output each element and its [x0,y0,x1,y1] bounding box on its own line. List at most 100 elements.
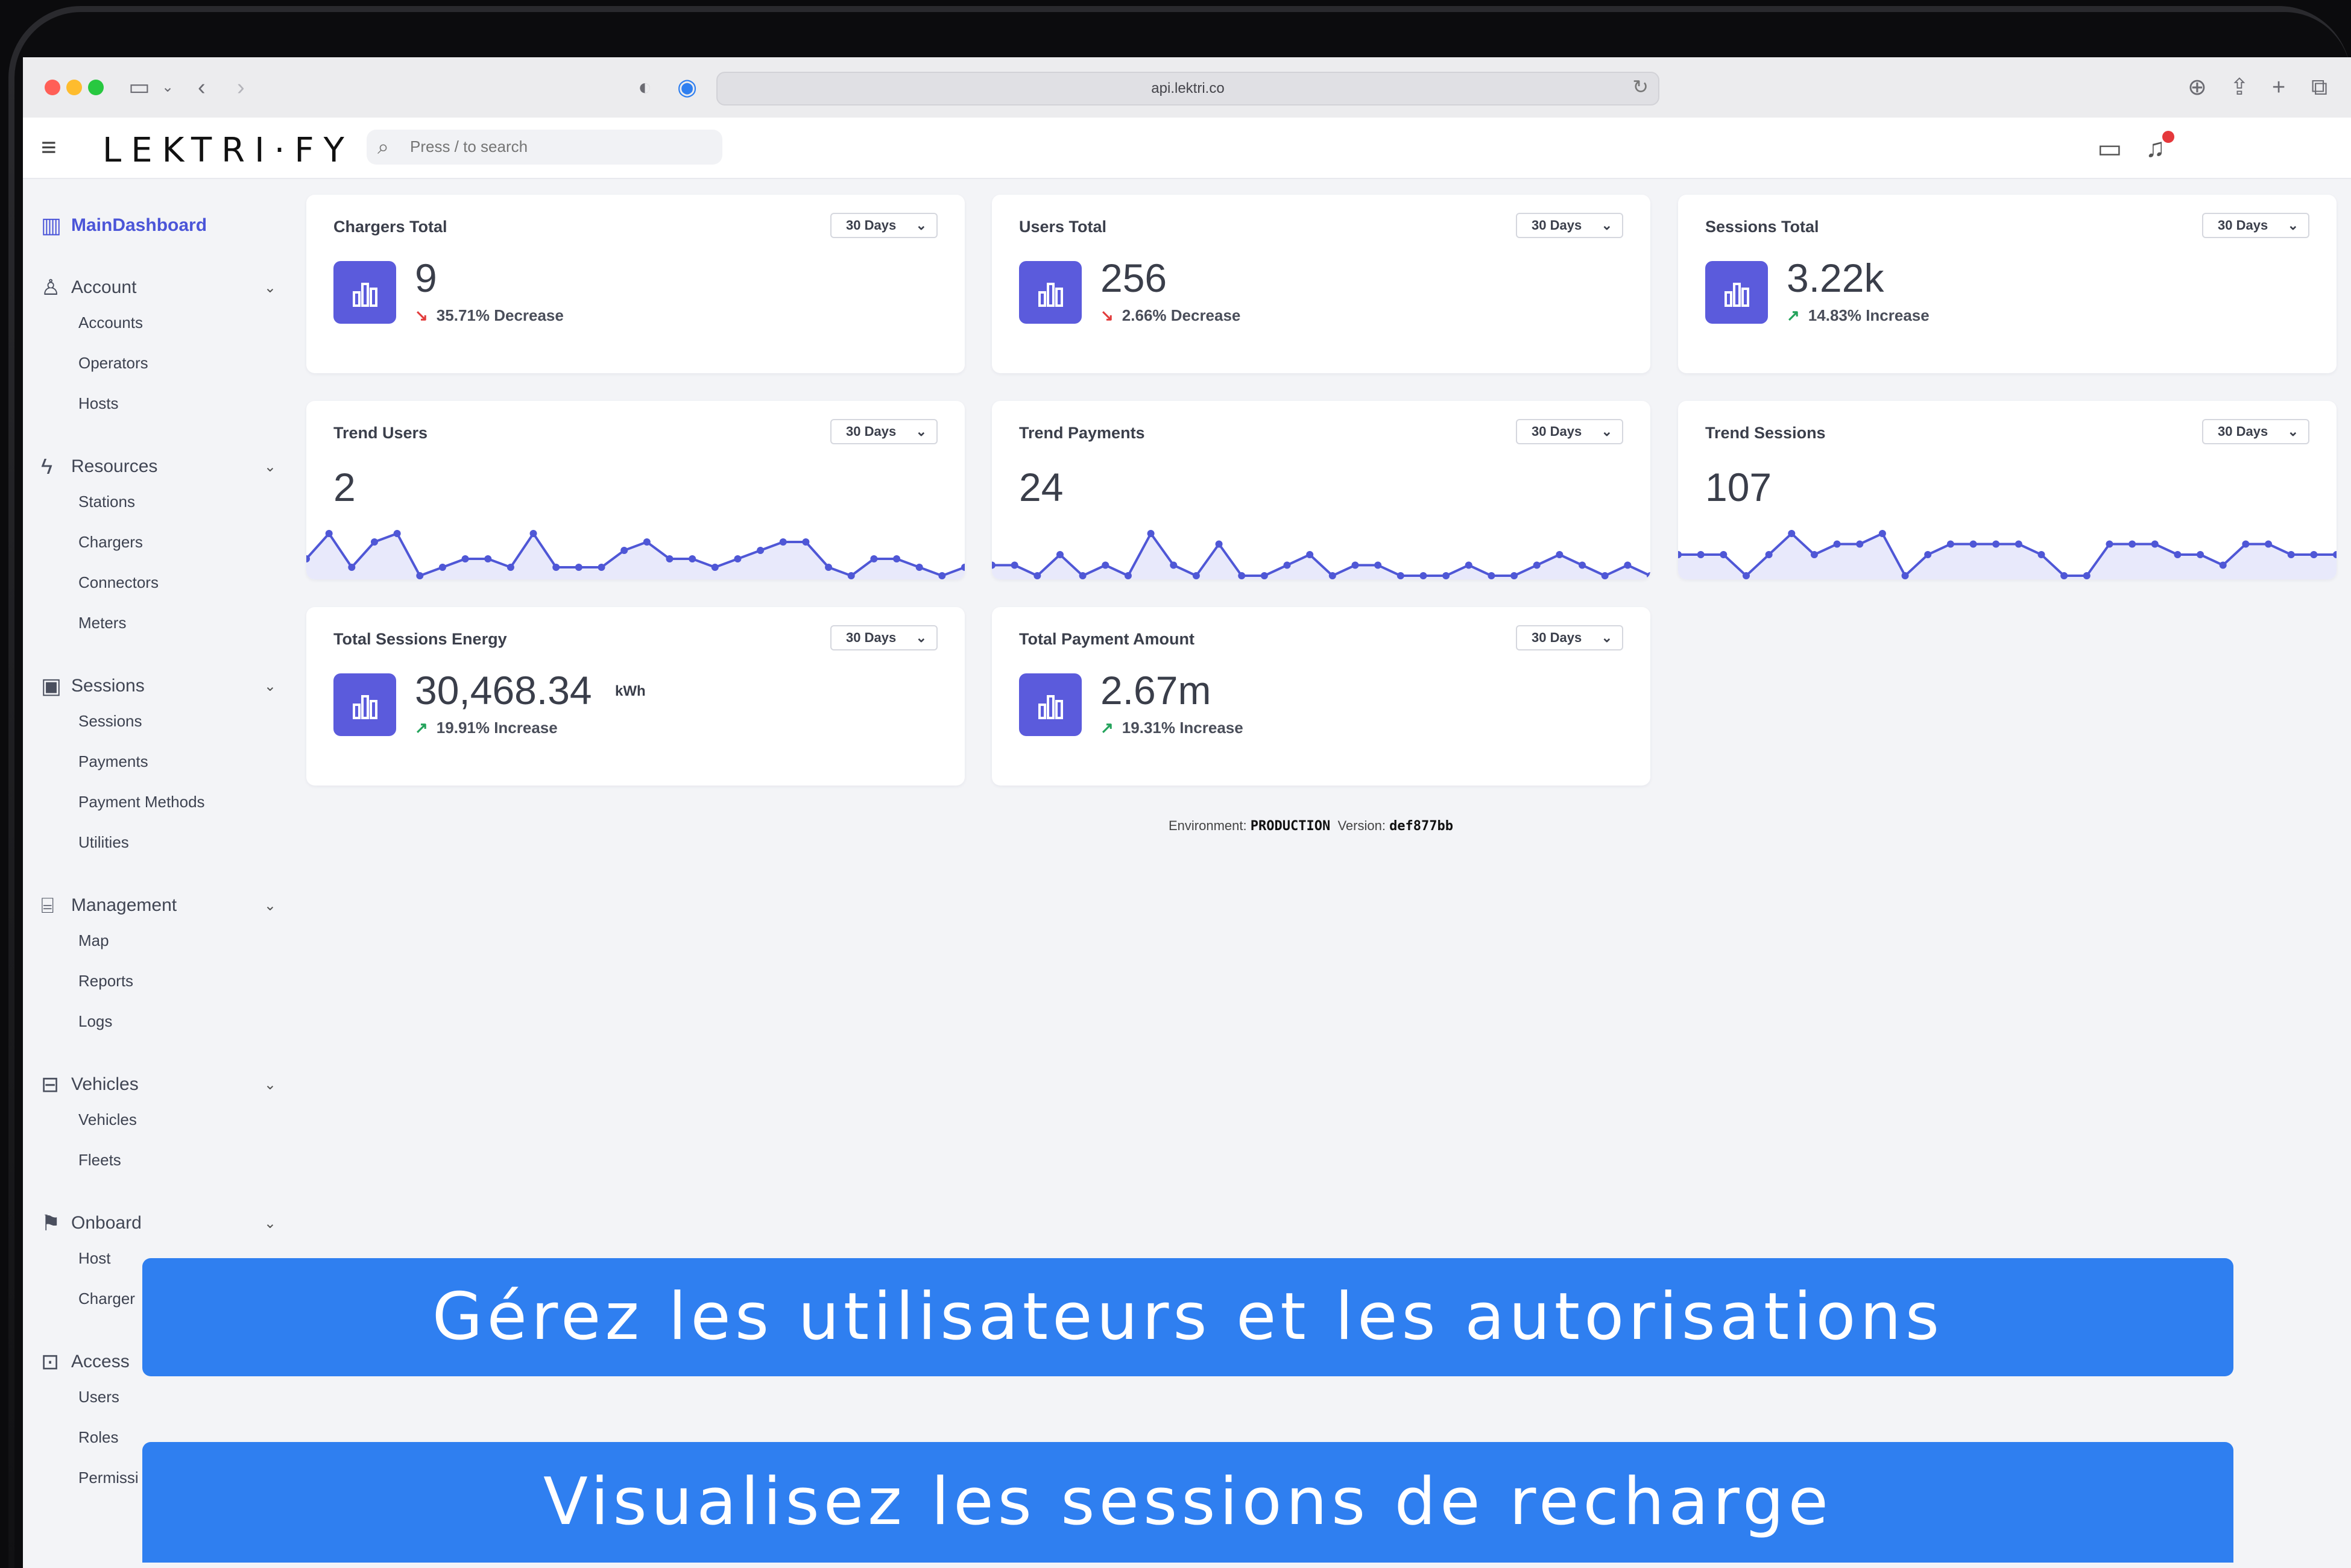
sidebar-item-meters[interactable]: Meters [78,614,126,632]
sparkline-point [1033,572,1041,579]
app-logo[interactable]: LEKTRI·FY [103,131,354,170]
sparkline-point [393,530,401,537]
period-select[interactable]: 30 Days ⌄ [1516,419,1623,444]
sidebar-item-map[interactable]: Map [78,931,109,950]
chevron-down-icon[interactable]: ⌄ [264,1215,276,1232]
sidebar-item-sessions[interactable]: Sessions [78,712,142,731]
share-icon[interactable]: ⇪ [2230,74,2249,101]
sidebar-section-account[interactable]: ♙ Account ⌄ [41,272,294,303]
card-title: Sessions Total [1705,218,1819,236]
sidebar-section-onboard[interactable]: ⚑ Onboard ⌄ [41,1208,294,1238]
browser-toolbar: ▭ ⌄ ‹ › ◐ ◉ api.lektri.co ↻ ⊕ ⇪ + ⧉ [23,57,2351,119]
bar-chart-icon [1019,261,1082,324]
zoom-window-button[interactable] [88,80,104,95]
sparkline-point [1579,561,1586,569]
tabs-overview-icon[interactable]: ⧉ [2311,74,2327,101]
period-select[interactable]: 30 Days ⌄ [1516,213,1623,238]
sidebar-item-vehicles[interactable]: Vehicles [78,1110,137,1129]
sparkline-point [529,530,537,537]
sparkline-point [643,538,651,546]
shield-icon[interactable]: ◐ [638,74,652,101]
period-select[interactable]: 30 Days ⌄ [1516,625,1623,650]
password-manager-icon[interactable]: ◉ [677,74,697,101]
sparkline-point [1742,572,1750,579]
stat-delta-text: 35.71% Decrease [436,306,564,324]
search-icon: ⌕ [377,136,390,159]
sidebar-item-accounts[interactable]: Accounts [78,313,143,332]
stat-delta: ↗ 19.91% Increase [415,719,558,737]
sparkline-point [734,555,742,562]
chevron-down-icon[interactable]: ⌄ [264,458,276,476]
env-value: PRODUCTION [1250,819,1331,834]
period-select[interactable]: 30 Days ⌄ [2202,419,2309,444]
reload-icon[interactable]: ↻ [1632,75,1649,98]
sidebar-section-resources[interactable]: ϟ Resources ⌄ [41,452,294,482]
period-select[interactable]: 30 Days ⌄ [830,625,938,650]
sparkline-point [348,564,356,571]
sidebar-item-chargers[interactable]: Chargers [78,533,143,552]
chevron-down-icon[interactable]: ⌄ [162,74,174,101]
chevron-down-icon[interactable]: ⌄ [264,897,276,915]
address-bar[interactable]: api.lektri.co ↻ [716,72,1659,105]
sidebar-item-charger[interactable]: Charger [78,1289,135,1308]
minimize-window-button[interactable] [66,80,82,95]
sparkline-point [1488,572,1495,579]
sidebar-section-label: Access [71,1352,130,1371]
sidebar-item-maindashboard[interactable]: ▥ MainDashboard [41,210,294,241]
sidebar-item-reports[interactable]: Reports [78,972,133,990]
new-tab-icon[interactable]: + [2272,74,2285,101]
sidebar-item-hosts[interactable]: Hosts [78,394,118,413]
caption-banner-sessions: Visualisez les sessions de recharge [142,1442,2233,1563]
chevron-down-icon[interactable]: ⌄ [264,279,276,297]
download-icon[interactable]: ⊕ [2188,74,2207,101]
back-icon[interactable]: ‹ [198,74,206,101]
stat-delta-text: 19.91% Increase [436,719,558,737]
menu-icon[interactable]: ≡ [41,134,57,161]
sparkline-point [438,564,446,571]
sidebar-item-host[interactable]: Host [78,1249,110,1268]
chevron-down-icon[interactable]: ⌄ [264,1076,276,1094]
sparkline-point [1556,551,1564,558]
sparkline-point [1079,572,1087,579]
sidebar-toggle-icon[interactable]: ▭ [128,74,150,101]
period-select[interactable]: 30 Days ⌄ [2202,213,2309,238]
sidebar-section-vehicles[interactable]: ⊟ Vehicles ⌄ [41,1069,294,1100]
forward-icon[interactable]: › [237,74,245,101]
stat-delta: ↘ 2.66% Decrease [1100,306,1240,325]
sidebar-item-operators[interactable]: Operators [78,354,148,373]
search-input[interactable] [409,137,701,157]
sidebar-item-stations[interactable]: Stations [78,493,135,511]
trend-card-sessions: Trend Sessions 30 Days ⌄ 107 [1678,401,2337,579]
sidebar-item-utilities[interactable]: Utilities [78,833,129,852]
sparkline-point [2129,540,2136,548]
sidebar-item-payment-methods[interactable]: Payment Methods [78,793,205,811]
sparkline-point [893,555,901,562]
sparkline-point [506,564,514,571]
chevron-down-icon: ⌄ [915,424,927,439]
sidebar-item-roles[interactable]: Roles [78,1428,118,1447]
period-select[interactable]: 30 Days ⌄ [830,213,938,238]
trend-value: 2 [333,465,356,509]
sidebar-section-management[interactable]: ⌸ Management ⌄ [41,890,294,921]
sidebar-item-permissi[interactable]: Permissi [78,1469,139,1487]
sparkline-point [1215,540,1223,548]
sparkline-point [2197,551,2204,558]
bolt-icon: ϟ [41,454,53,479]
sparkline-point [484,555,492,562]
sparkline-point [2060,572,2068,579]
sidebar-section-sessions[interactable]: ▣ Sessions ⌄ [41,671,294,701]
chevron-down-icon[interactable]: ⌄ [264,678,276,695]
close-window-button[interactable] [45,80,60,95]
sparkline-point [1765,551,1773,558]
monitor-icon[interactable]: ▭ [2097,133,2122,164]
search-box[interactable]: ⌕ [367,130,722,165]
app-header: ≡ LEKTRI·FY ⌕ ▭ ♫ [23,118,2351,179]
sparkline-point [1170,561,1178,569]
period-select[interactable]: 30 Days ⌄ [830,419,938,444]
sidebar-item-logs[interactable]: Logs [78,1012,112,1031]
sidebar-item-users[interactable]: Users [78,1388,119,1406]
sidebar-item-payments[interactable]: Payments [78,752,148,771]
sidebar-item-fleets[interactable]: Fleets [78,1151,121,1170]
period-label: 30 Days [1532,630,1582,645]
sidebar-item-connectors[interactable]: Connectors [78,573,159,592]
